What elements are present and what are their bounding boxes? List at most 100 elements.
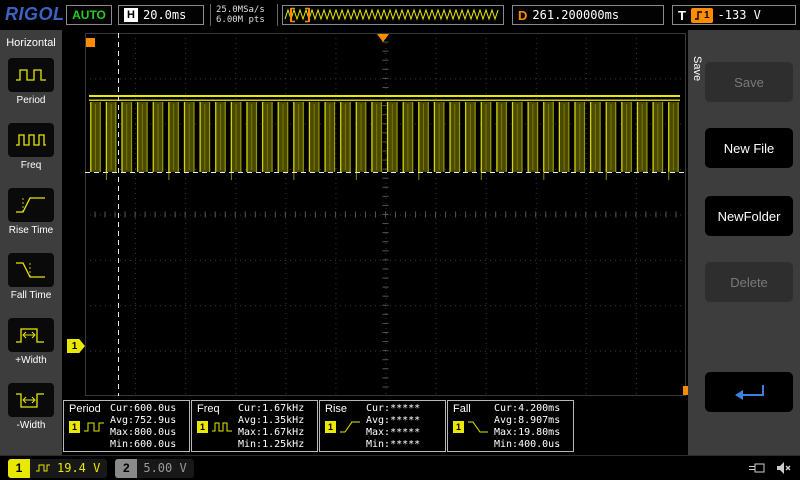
trigger-position-marker[interactable] (377, 34, 389, 42)
measurement-min: Min:400.0us (494, 439, 573, 451)
measurement-cur: Cur:4.200ms (494, 403, 573, 415)
trigger-source-badge: 1 (691, 8, 713, 23)
menu-item-minus-width[interactable]: -Width (0, 383, 62, 445)
menu-item-fall-time[interactable]: Fall Time (0, 253, 62, 315)
rise-waveform-icon (339, 420, 361, 434)
measurement-max: Max:***** (366, 427, 445, 439)
speaker-mute-icon (776, 461, 792, 475)
measurement-cur: Cur:***** (366, 403, 445, 415)
menu-item-rise-time[interactable]: Rise Time (0, 188, 62, 250)
measurement-values: Cur:***** Avg:***** Max:***** Min:***** (366, 401, 445, 451)
measurement-freq[interactable]: Freq 1 Cur:1.67kHz Avg:1.35kHz Max:1.67k… (191, 400, 318, 452)
menu-item-label: +Width (0, 355, 62, 366)
preview-waveform-icon (283, 6, 503, 24)
channel1-chip[interactable]: 1 19.4 V (8, 459, 107, 478)
oscilloscope-screen: RIGOL AUTO H 20.0ms 25.0MSa/s 6.00M pts … (0, 0, 800, 480)
measurement-max: Max:19.80ms (494, 427, 573, 439)
menu-item-label: Freq (0, 160, 62, 171)
horizontal-delay-box[interactable]: D 261.200000ms (512, 5, 664, 25)
measurement-name: Period (69, 403, 110, 415)
channel1-scale-value: 19.4 V (57, 461, 100, 475)
right-softkey-menu: Save Save New File NewFolder Delete (688, 30, 800, 455)
ch1-ground-marker[interactable]: 1 (67, 339, 85, 353)
measurement-label-block: Period 1 (64, 401, 110, 451)
rise-time-icon (8, 188, 54, 222)
measurement-name: Fall (453, 403, 494, 415)
trigger-info-box[interactable]: T 1 -133 V (672, 5, 796, 25)
measurement-min: Min:600.0us (110, 439, 189, 451)
measurement-min: Min:***** (366, 439, 445, 451)
menu-item-label: Period (0, 95, 62, 106)
right-menu-tab-label: Save (691, 56, 703, 81)
save-button[interactable]: Save (705, 62, 793, 102)
rigol-logo: RIGOL (5, 4, 65, 25)
menu-item-freq[interactable]: Freq (0, 123, 62, 185)
measurement-period[interactable]: Period 1 Cur:600.0us Avg:752.9us Max:800… (63, 400, 190, 452)
measurement-name: Rise (325, 403, 366, 415)
menu-item-label: Rise Time (0, 225, 62, 236)
delay-label: D (518, 8, 527, 23)
measurement-avg: Avg:8.907ms (494, 415, 573, 427)
return-arrow-icon (727, 381, 771, 403)
measurement-avg: Avg:***** (366, 415, 445, 427)
channel2-badge: 2 (115, 459, 137, 478)
top-status-bar: RIGOL AUTO H 20.0ms 25.0MSa/s 6.00M pts … (0, 0, 800, 30)
measurement-label-block: Rise 1 (320, 401, 366, 451)
sample-rate-value: 25.0MSa/s (216, 5, 277, 15)
minus-width-icon (8, 383, 54, 417)
trigger-label: T (678, 8, 686, 23)
period-icon (8, 58, 54, 92)
channel2-scale-value: 5.00 V (143, 461, 186, 475)
measurement-min: Min:1.25kHz (238, 439, 317, 451)
acquisition-info: 25.0MSa/s 6.00M pts (210, 4, 278, 26)
run-status-badge[interactable]: AUTO (66, 5, 112, 25)
measurement-max: Max:1.67kHz (238, 427, 317, 439)
delay-value: 261.200000ms (532, 8, 619, 22)
measurement-avg: Avg:752.9us (110, 415, 189, 427)
left-softkey-menu: Horizontal Period Freq Rise Time Fall Ti… (0, 30, 62, 455)
measurement-source-badge: 1 (69, 421, 80, 433)
measurement-source-badge: 1 (197, 421, 208, 433)
measurement-source-badge: 1 (453, 421, 464, 433)
channel1-coupling-icon (35, 462, 51, 474)
horizontal-scale-box[interactable]: H 20.0ms (118, 5, 204, 25)
measurement-rise[interactable]: Rise 1 Cur:***** Avg:***** Max:***** Min… (319, 400, 446, 452)
memory-waveform-preview[interactable] (282, 5, 504, 25)
usb-icon (748, 461, 766, 475)
measurement-source-badge: 1 (325, 421, 336, 433)
menu-item-label: -Width (0, 420, 62, 431)
measurement-cur: Cur:600.0us (110, 403, 189, 415)
measurement-avg: Avg:1.35kHz (238, 415, 317, 427)
measurement-cur: Cur:1.67kHz (238, 403, 317, 415)
menu-item-period[interactable]: Period (0, 58, 62, 120)
menu-item-label: Fall Time (0, 290, 62, 301)
left-menu-title: Horizontal (0, 30, 62, 49)
measurement-fall[interactable]: Fall 1 Cur:4.200ms Avg:8.907ms Max:19.80… (447, 400, 574, 452)
measurement-values: Cur:1.67kHz Avg:1.35kHz Max:1.67kHz Min:… (238, 401, 317, 451)
scope-grid-canvas (85, 33, 686, 396)
trigger-time-edge-marker (86, 38, 95, 47)
horizontal-icon: H (124, 8, 138, 22)
period-waveform-icon (83, 420, 105, 434)
fall-waveform-icon (467, 420, 489, 434)
horizontal-scale-value: 20.0ms (143, 8, 186, 22)
measurement-max: Max:800.0us (110, 427, 189, 439)
menu-item-plus-width[interactable]: +Width (0, 318, 62, 380)
freq-icon (8, 123, 54, 157)
new-file-button[interactable]: New File (705, 128, 793, 168)
measurement-values: Cur:600.0us Avg:752.9us Max:800.0us Min:… (110, 401, 189, 451)
scope-display: 1 (62, 30, 688, 455)
rising-edge-icon (694, 10, 703, 21)
channel1-badge: 1 (8, 459, 30, 478)
trigger-source-channel: 1 (704, 10, 710, 21)
back-button[interactable] (705, 372, 793, 412)
memory-depth-value: 6.00M pts (216, 15, 277, 25)
delete-button[interactable]: Delete (705, 262, 793, 302)
measurement-name: Freq (197, 403, 238, 415)
new-folder-button[interactable]: NewFolder (705, 196, 793, 236)
channel2-chip[interactable]: 2 5.00 V (115, 459, 193, 478)
measurement-label-block: Freq 1 (192, 401, 238, 451)
measurement-label-block: Fall 1 (448, 401, 494, 451)
measurement-values: Cur:4.200ms Avg:8.907ms Max:19.80ms Min:… (494, 401, 573, 451)
freq-waveform-icon (211, 420, 233, 434)
